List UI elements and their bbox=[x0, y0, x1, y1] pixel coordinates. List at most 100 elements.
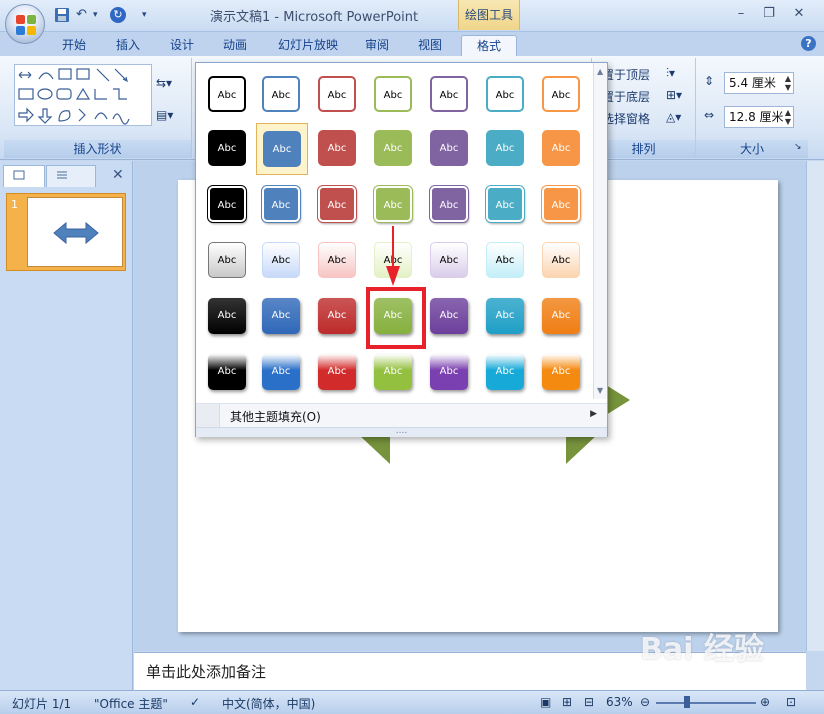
style-swatch[interactable]: Abc bbox=[256, 179, 308, 231]
style-swatch[interactable]: Abc bbox=[536, 123, 588, 175]
tab-view[interactable]: 视图 bbox=[408, 35, 452, 56]
restore-button[interactable]: ❐ bbox=[756, 4, 782, 24]
style-swatch[interactable]: Abc bbox=[536, 347, 588, 399]
height-icon: ⇕ bbox=[704, 74, 715, 88]
style-swatch[interactable]: Abc bbox=[202, 235, 254, 287]
style-swatch[interactable]: Abc bbox=[256, 69, 308, 121]
pane-tabs: ✕ bbox=[0, 165, 133, 187]
style-swatch[interactable]: Abc bbox=[202, 69, 254, 121]
style-swatch[interactable]: Abc bbox=[312, 69, 364, 121]
style-swatch[interactable]: Abc bbox=[256, 347, 308, 399]
style-swatch[interactable]: Abc bbox=[480, 179, 532, 231]
style-swatch[interactable]: Abc bbox=[480, 123, 532, 175]
style-swatch[interactable]: Abc bbox=[202, 291, 254, 343]
style-swatch[interactable]: Abc bbox=[202, 179, 254, 231]
style-swatch[interactable]: Abc bbox=[312, 179, 364, 231]
save-icon[interactable] bbox=[54, 7, 70, 25]
style-swatch[interactable]: Abc bbox=[202, 123, 254, 175]
normal-view-icon[interactable]: ▣ bbox=[540, 695, 551, 709]
style-swatch-label: Abc bbox=[208, 354, 246, 390]
tab-slideshow[interactable]: 幻灯片放映 bbox=[268, 35, 348, 56]
tab-insert[interactable]: 插入 bbox=[106, 35, 150, 56]
width-spin-icon[interactable]: ▲ ▼ bbox=[785, 108, 791, 126]
style-swatch[interactable]: Abc bbox=[424, 123, 476, 175]
style-swatch[interactable]: Abc bbox=[480, 69, 532, 121]
style-swatch[interactable]: Abc bbox=[536, 179, 588, 231]
style-swatch[interactable]: Abc bbox=[312, 235, 364, 287]
gallery-scrollbar[interactable]: ▲ ▼ bbox=[593, 63, 607, 399]
style-swatch-label: Abc bbox=[262, 76, 300, 112]
tab-animation[interactable]: 动画 bbox=[213, 35, 257, 56]
undo-icon[interactable]: ↶ bbox=[76, 7, 87, 25]
style-swatch[interactable]: Abc bbox=[424, 235, 476, 287]
width-input[interactable]: 12.8 厘米 ▲ ▼ bbox=[724, 106, 794, 128]
size-dialog-launcher-icon[interactable]: ↘ bbox=[794, 142, 802, 152]
scroll-down-icon[interactable]: ▼ bbox=[597, 386, 603, 395]
minimize-button[interactable]: – bbox=[728, 4, 754, 24]
style-swatch-label: Abc bbox=[208, 186, 246, 222]
zoom-slider-thumb[interactable] bbox=[684, 696, 690, 708]
style-swatch[interactable]: Abc bbox=[424, 69, 476, 121]
sorter-view-icon[interactable]: ⊞ bbox=[562, 695, 572, 709]
style-swatch[interactable]: Abc bbox=[312, 347, 364, 399]
rotate-icon[interactable]: ◬▾ bbox=[666, 110, 681, 124]
tab-review[interactable]: 审阅 bbox=[355, 35, 399, 56]
more-fills-menu-item[interactable]: 其他主题填充(O) ▶ bbox=[196, 403, 607, 428]
style-swatch[interactable]: Abc bbox=[368, 347, 420, 399]
style-swatch[interactable]: Abc bbox=[312, 291, 364, 343]
zoom-level[interactable]: 63% bbox=[606, 695, 633, 709]
bring-to-front-button[interactable]: 置于顶层 bbox=[602, 66, 650, 83]
shapes-gallery[interactable] bbox=[14, 64, 152, 126]
slides-tab[interactable] bbox=[3, 165, 45, 187]
tab-format[interactable]: 格式 bbox=[461, 35, 517, 56]
style-swatch[interactable]: Abc bbox=[480, 347, 532, 399]
align-icon[interactable]: ⫶▾ bbox=[666, 66, 675, 81]
style-swatch[interactable]: Abc bbox=[368, 179, 420, 231]
redo-icon[interactable]: ↻ bbox=[110, 7, 126, 23]
send-to-back-button[interactable]: 置于底层 bbox=[602, 88, 650, 105]
style-swatch[interactable]: Abc bbox=[368, 69, 420, 121]
style-swatch[interactable]: Abc bbox=[536, 235, 588, 287]
height-spin-icon[interactable]: ▲ ▼ bbox=[785, 74, 791, 92]
shapes-icons[interactable] bbox=[15, 65, 153, 127]
style-swatch[interactable]: Abc bbox=[424, 291, 476, 343]
style-swatch[interactable]: Abc bbox=[480, 291, 532, 343]
height-input[interactable]: 5.4 厘米 ▲ ▼ bbox=[724, 72, 794, 94]
textbox-icon[interactable]: ▤▾ bbox=[156, 108, 173, 122]
edit-shape-icon[interactable]: ⇆▾ bbox=[156, 76, 172, 90]
close-pane-icon[interactable]: ✕ bbox=[112, 167, 124, 183]
zoom-out-icon[interactable]: ⊖ bbox=[640, 695, 650, 709]
gallery-resize-grip[interactable]: .... bbox=[196, 427, 607, 437]
style-swatch-label: Abc bbox=[208, 130, 246, 166]
style-swatch[interactable]: Abc bbox=[256, 291, 308, 343]
fit-window-icon[interactable]: ⊡ bbox=[786, 695, 796, 709]
style-swatch[interactable]: Abc bbox=[202, 347, 254, 399]
selection-pane-button[interactable]: 选择窗格 bbox=[602, 110, 650, 127]
scroll-up-icon[interactable]: ▲ bbox=[597, 67, 603, 76]
office-button[interactable] bbox=[5, 4, 45, 44]
style-swatch[interactable]: Abc bbox=[368, 123, 420, 175]
style-swatch[interactable]: Abc bbox=[536, 69, 588, 121]
customize-qat-icon[interactable]: ▾ bbox=[142, 10, 147, 28]
style-swatch[interactable]: Abc bbox=[480, 235, 532, 287]
tab-home[interactable]: 开始 bbox=[52, 35, 96, 56]
slide-thumbnail[interactable]: 1 bbox=[6, 193, 126, 271]
outline-tab[interactable] bbox=[46, 165, 96, 187]
language[interactable]: 中文(简体，中国) bbox=[222, 695, 315, 712]
help-icon[interactable]: ? bbox=[801, 36, 816, 51]
style-swatch[interactable]: Abc bbox=[424, 179, 476, 231]
vertical-scrollbar[interactable] bbox=[806, 161, 824, 651]
style-swatch[interactable]: Abc bbox=[536, 291, 588, 343]
spellcheck-icon[interactable]: ✓ bbox=[190, 695, 200, 709]
style-swatch[interactable]: Abc bbox=[424, 347, 476, 399]
style-swatch[interactable]: Abc bbox=[256, 235, 308, 287]
close-button[interactable]: ✕ bbox=[786, 4, 812, 24]
group-icon[interactable]: ⊞▾ bbox=[666, 88, 682, 102]
zoom-slider[interactable] bbox=[656, 702, 756, 704]
style-swatch[interactable]: Abc bbox=[312, 123, 364, 175]
slideshow-view-icon[interactable]: ⊟ bbox=[584, 695, 594, 709]
zoom-in-icon[interactable]: ⊕ bbox=[760, 695, 770, 709]
tab-design[interactable]: 设计 bbox=[160, 35, 204, 56]
undo-dropdown-icon[interactable]: ▾ bbox=[93, 10, 98, 28]
style-swatch[interactable]: Abc bbox=[256, 123, 308, 175]
